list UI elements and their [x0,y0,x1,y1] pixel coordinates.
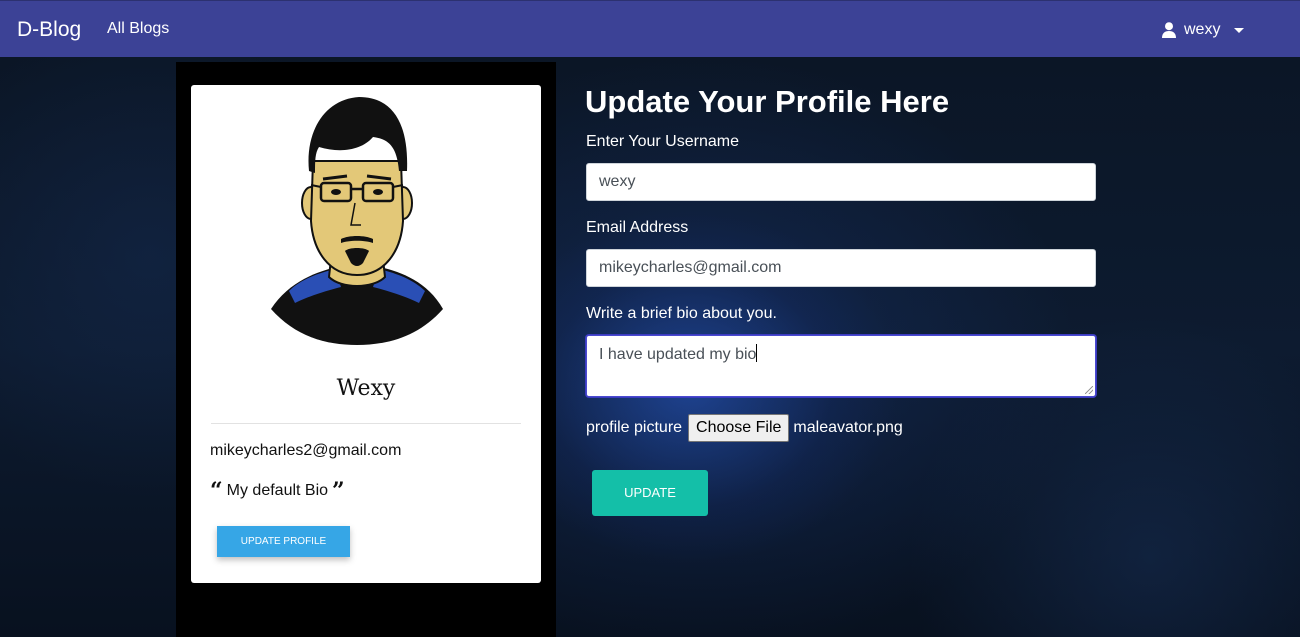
nav-link-all-blogs[interactable]: All Blogs [107,20,169,38]
page-title: Update Your Profile Here [585,84,950,119]
file-name: maleavator.png [793,419,903,436]
divider [211,423,521,424]
quote-left-icon: “ [210,478,223,504]
resize-handle-icon[interactable] [1085,386,1093,394]
profile-picture-label: profile picture [586,419,683,436]
profile-bio: “ My default Bio ” [210,478,345,504]
bio-textarea-value: I have updated my bio [599,346,757,363]
user-name: wexy [1184,21,1221,38]
brand-logo[interactable]: D-Blog [17,18,81,42]
profile-card: Wexy mikeycharles2@gmail.com “ My defaul… [191,85,541,583]
update-profile-button[interactable]: UPDATE PROFILE [217,526,350,557]
profile-name: Wexy [336,376,396,401]
text-cursor [756,344,758,362]
username-label: Enter Your Username [586,133,739,150]
email-input[interactable]: mikeycharles@gmail.com [586,249,1096,287]
profile-email: mikeycharles2@gmail.com [210,442,402,459]
update-button[interactable]: UPDATE [592,470,708,516]
user-icon [1162,22,1176,38]
quote-right-icon: ” [332,478,345,504]
choose-file-button[interactable]: Choose File [688,414,790,442]
profile-bio-text: My default Bio [226,482,329,499]
email-label: Email Address [586,219,689,236]
bio-textarea[interactable]: I have updated my bio [586,335,1096,397]
username-input[interactable]: wexy [586,163,1096,201]
profile-picture-row: profile picture Choose File maleavator.p… [586,414,903,442]
bio-label: Write a brief bio about you. [586,305,777,322]
user-dropdown[interactable]: wexy [1162,19,1245,41]
caret-down-icon [1234,28,1245,33]
navbar: D-Blog All Blogs wexy [0,0,1300,57]
avatar [271,97,443,345]
